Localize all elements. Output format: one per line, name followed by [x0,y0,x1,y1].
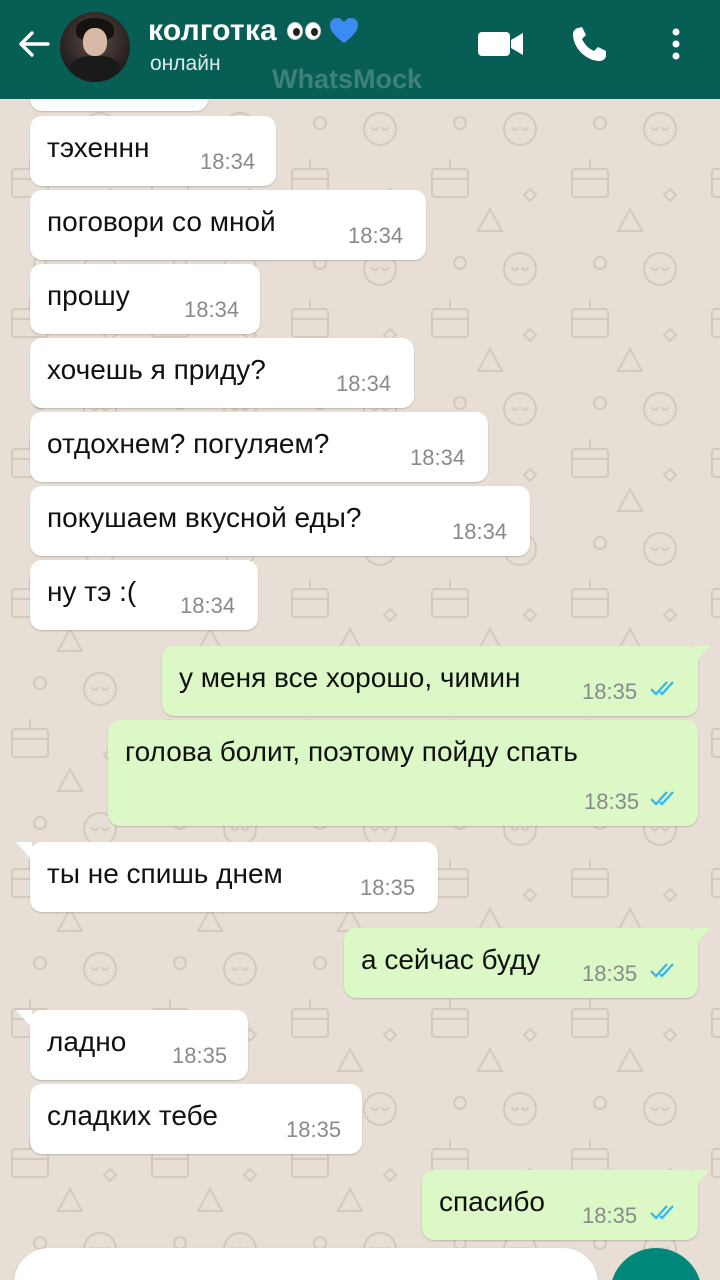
contact-name-row[interactable]: колготка [148,14,359,48]
message-text: ладно [47,1026,127,1057]
message-text: у меня все хорошо, чимин [179,662,521,693]
message-time: 18:35 [286,1117,342,1142]
message-time: 18:35 [582,1203,638,1228]
message-time: 18:35 [582,679,638,704]
message-text: хочешь я приду? [47,354,266,385]
bubble-tail [694,1170,710,1188]
read-ticks-icon [650,681,674,696]
message-time: 18:34 [184,297,240,322]
message-incoming[interactable]: ты не спишь днем 18:35 [30,842,438,912]
message-incoming[interactable]: покушаем вкусной еды? 18:34 [30,486,530,556]
message-time: 18:34 [348,223,404,248]
video-call-icon[interactable] [476,22,526,66]
avatar[interactable] [60,12,130,82]
bubble-tail [16,842,32,860]
message-text: сладких тебе [47,1100,218,1131]
message-text: ну тэ :( [47,576,137,607]
contact-name: колготка [148,14,277,47]
message-text: голова болит, поэтому пойду спать [125,736,578,767]
message-outgoing[interactable]: голова болит, поэтому пойду спать 18:35 [108,720,698,826]
message-incoming[interactable]: отдохнем? погуляем? 18:34 [30,412,488,482]
eyes-emoji-icon [286,22,321,40]
read-ticks-icon [650,791,674,806]
message-time: 18:34 [200,149,256,174]
bubble-tail [16,1010,32,1028]
message-text: отдохнем? погуляем? [47,428,330,459]
read-ticks-icon [650,963,674,978]
message-partial [30,99,208,111]
message-text: тэхеннн [47,132,150,163]
message-time: 18:34 [452,519,508,544]
phone-call-icon[interactable] [568,22,618,66]
message-time: 18:35 [172,1043,228,1068]
message-time: 18:35 [584,789,640,814]
back-arrow-icon[interactable] [14,24,54,64]
message-incoming[interactable]: сладких тебе 18:35 [30,1084,362,1154]
message-time: 18:34 [410,445,466,470]
contact-status: онлайн [150,52,221,75]
message-time: 18:34 [336,371,392,396]
more-options-icon[interactable] [652,22,692,66]
message-incoming[interactable]: поговори со мной 18:34 [30,190,426,260]
message-text: ты не спишь днем [47,858,283,889]
watermark: WhatsMock [272,64,423,94]
message-outgoing[interactable]: а сейчас буду 18:35 [344,928,698,998]
message-outgoing[interactable]: у меня все хорошо, чимин 18:35 [162,646,698,716]
chat-header: колготка онлайн WhatsMock [0,0,720,99]
message-list[interactable]: тэхеннн 18:34 поговори со мной 18:34 про… [0,99,720,1280]
message-incoming[interactable]: хочешь я приду? 18:34 [30,338,414,408]
message-input[interactable] [14,1248,598,1280]
message-outgoing[interactable]: спасибо 18:35 [422,1170,698,1240]
message-text: прошу [47,280,130,311]
message-incoming[interactable]: ладно 18:35 [30,1010,248,1080]
message-incoming[interactable]: прошу 18:34 [30,264,260,334]
message-text: спасибо [439,1186,545,1217]
message-text: поговори со мной [47,206,276,237]
message-time: 18:35 [360,875,416,900]
message-incoming[interactable]: тэхеннн 18:34 [30,116,276,186]
message-time: 18:35 [582,961,638,986]
message-incoming[interactable]: ну тэ :( 18:34 [30,560,258,630]
message-text: покушаем вкусной еды? [47,502,362,533]
read-ticks-icon [650,1205,674,1220]
message-time: 18:34 [180,593,236,618]
blue-heart-icon [329,18,358,43]
bubble-tail [694,928,710,946]
bubble-tail [694,646,710,664]
message-text: а сейчас буду [361,944,541,975]
